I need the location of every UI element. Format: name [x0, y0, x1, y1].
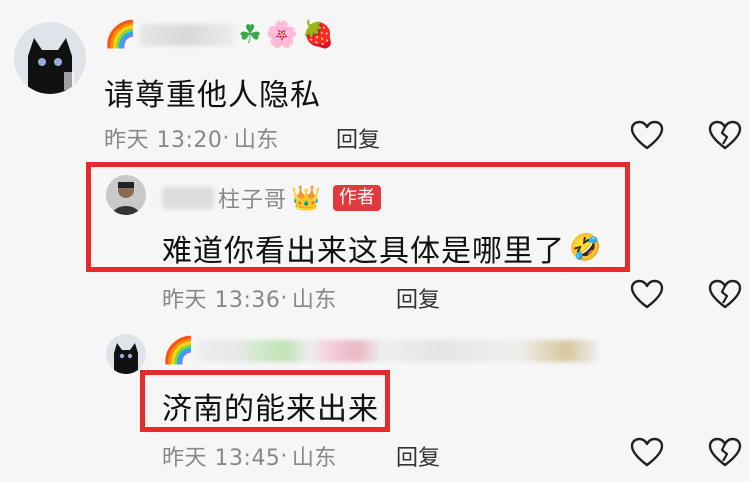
author-avatar[interactable]	[106, 175, 146, 215]
black-cat-avatar-image	[14, 22, 86, 94]
reply-text-row: 难道你看出来这具体是哪里了 🤣	[162, 226, 602, 270]
reply-time: 昨天 13:36	[162, 288, 281, 313]
crown-emoji: 👑	[291, 184, 321, 212]
meta-separator: ·	[280, 285, 288, 311]
commenter-avatar[interactable]	[14, 22, 86, 94]
heart-outline-icon[interactable]	[630, 120, 664, 150]
author-username[interactable]: 柱子哥	[218, 182, 287, 214]
rainbow-emoji: 🌈	[162, 336, 195, 366]
reply-button[interactable]: 回复	[396, 440, 440, 472]
reply-location: 山东	[291, 288, 337, 313]
commenter-name-row: 🌈 ☘ 🌸 🍓	[104, 20, 334, 50]
blurred-username	[198, 340, 599, 362]
black-cat-avatar-image	[106, 334, 146, 374]
author-name-row: 柱子哥 👑 作者	[162, 182, 381, 214]
reply-meta: 昨天 13:36 · 山东	[162, 282, 337, 314]
commenter-avatar[interactable]	[106, 334, 146, 374]
author-badge: 作者	[332, 185, 381, 211]
strawberry-emoji: 🍓	[302, 20, 335, 50]
meta-separator: ·	[280, 443, 288, 469]
comment-time: 昨天 13:45	[162, 446, 281, 471]
comment-time: 昨天 13:20	[104, 128, 223, 153]
reply-button[interactable]: 回复	[396, 282, 440, 314]
heart-outline-icon[interactable]	[630, 437, 664, 467]
broken-heart-icon[interactable]	[708, 120, 742, 150]
heart-outline-icon[interactable]	[630, 279, 664, 309]
comment-text: 济南的能来出来	[162, 392, 379, 427]
laughing-tears-emoji: 🤣	[569, 233, 603, 263]
blurred-username	[162, 187, 214, 209]
comment-meta: 昨天 13:20 · 山东	[104, 122, 279, 154]
man-portrait-avatar-image	[106, 175, 146, 215]
flower-emoji: 🌸	[265, 20, 299, 50]
broken-heart-icon[interactable]	[708, 279, 742, 309]
clover-emoji: ☘	[238, 20, 262, 50]
meta-separator: ·	[222, 125, 230, 151]
comment-location: 山东	[291, 446, 337, 471]
comment-meta: 昨天 13:45 · 山东	[162, 440, 337, 472]
comment-text: 请尊重他人隐私	[104, 78, 321, 113]
rainbow-emoji: 🌈	[104, 20, 137, 50]
commenter-name-row: 🌈	[162, 336, 599, 366]
comment-location: 山东	[233, 128, 279, 153]
reply-text: 难道你看出来这具体是哪里了	[162, 234, 565, 269]
reply-button[interactable]: 回复	[336, 122, 380, 154]
blurred-username	[140, 24, 235, 46]
broken-heart-icon[interactable]	[708, 437, 742, 467]
